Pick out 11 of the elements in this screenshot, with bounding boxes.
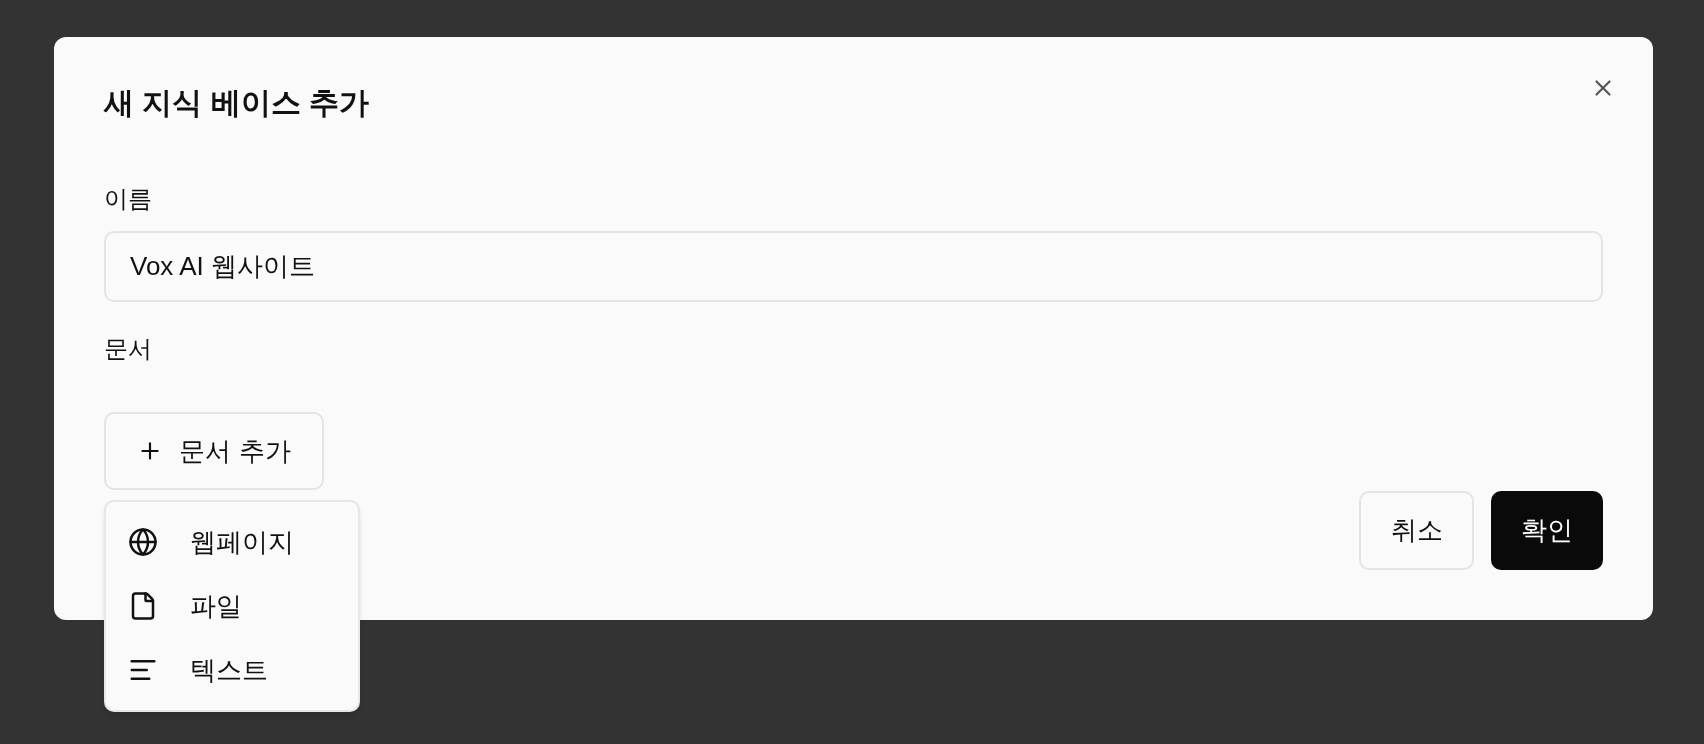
confirm-button[interactable]: 확인 <box>1491 491 1603 570</box>
cancel-button[interactable]: 취소 <box>1359 491 1474 570</box>
add-document-button[interactable]: 문서 추가 <box>104 412 324 490</box>
menu-item[interactable]: 텍스트 <box>106 638 358 702</box>
field-label: 이름 <box>104 184 153 214</box>
globe-icon <box>128 527 158 557</box>
field-label: 문서 <box>104 334 153 364</box>
dialog-title: 새 지식 베이스 추가 <box>104 85 370 121</box>
menu-item[interactable]: 웹페이지 <box>106 510 358 574</box>
name-field[interactable]: Vox AI 웹사이트 <box>104 231 1603 302</box>
menu-item[interactable]: 파일 <box>106 574 358 638</box>
